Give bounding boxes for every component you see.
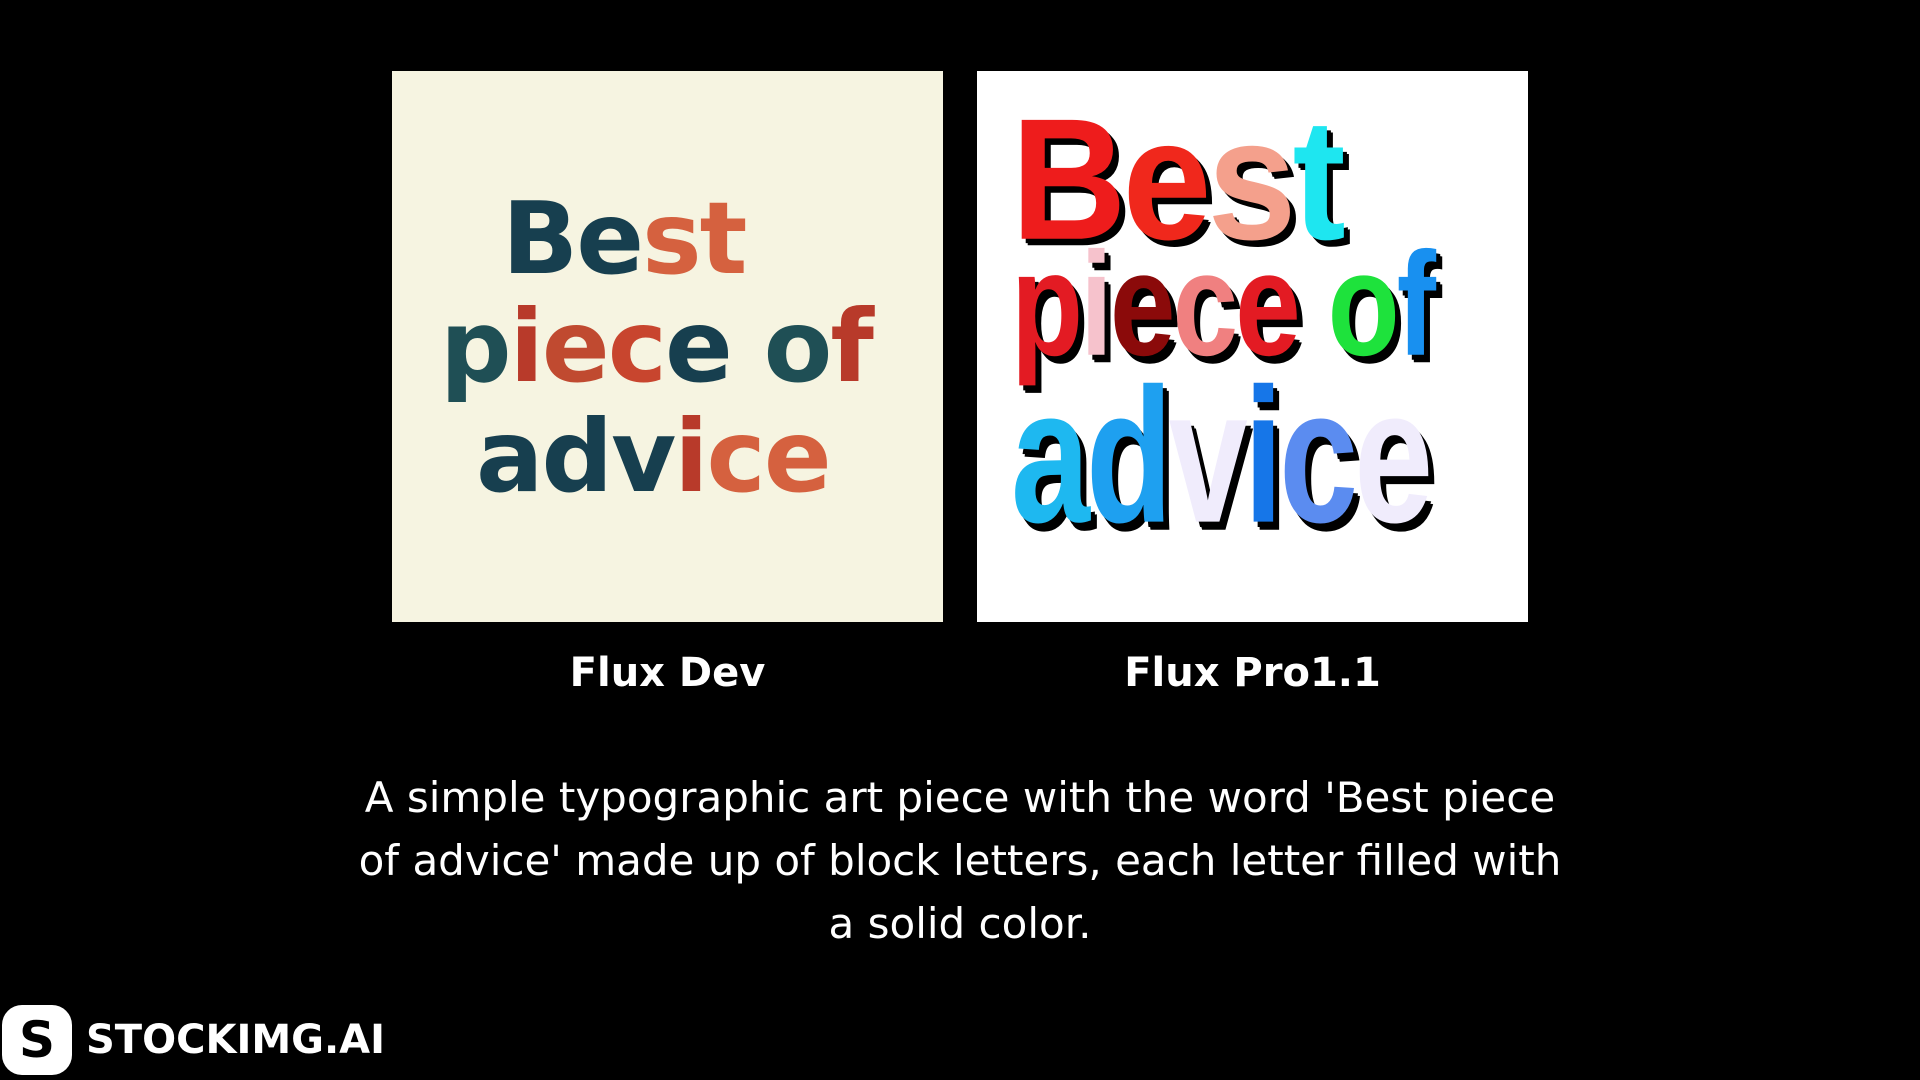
stockimg-logo-icon: S xyxy=(2,1005,72,1075)
artwork-letter: d xyxy=(541,398,613,515)
artwork-letter: v xyxy=(1168,348,1248,564)
artwork-line: piece of xyxy=(440,297,874,397)
artwork-letter: e xyxy=(763,398,832,515)
flux-dev-caption: Flux Dev xyxy=(569,650,766,696)
artwork-letter: a xyxy=(476,398,543,515)
flux-dev-artwork: Best piece of advice xyxy=(392,71,943,622)
artwork-letter: e xyxy=(664,288,733,405)
artwork-letter: B xyxy=(502,180,578,297)
artwork-letter: s xyxy=(642,180,702,297)
artwork-letter: i xyxy=(674,398,708,515)
artwork-letter: e xyxy=(576,180,644,297)
artwork-letter: v xyxy=(611,398,676,515)
flux-pro-caption: Flux Pro1.1 xyxy=(1124,650,1381,696)
artwork-letter: f xyxy=(830,288,873,405)
artwork-letter: d xyxy=(1085,348,1173,564)
artwork-letter: t xyxy=(699,180,748,297)
flux-dev-image: Best piece of advice xyxy=(392,71,943,622)
artwork-letter: p xyxy=(440,288,512,405)
artwork-letter xyxy=(731,288,764,405)
artwork-letter: c xyxy=(1279,348,1358,564)
artwork-letter: a xyxy=(1011,348,1090,564)
prompt-text: A simple typographic art piece with the … xyxy=(290,766,1630,955)
artwork-letter: c xyxy=(706,398,766,515)
brand-name: STOCKIMG.AI xyxy=(86,1017,386,1063)
prompt-line: A simple typographic art piece with the … xyxy=(364,773,1556,822)
brand: S STOCKIMG.AI xyxy=(0,1004,385,1076)
artwork-letter: e xyxy=(541,288,610,405)
artwork-letter: i xyxy=(1243,348,1284,564)
artwork-line: advice xyxy=(476,407,832,507)
prompt-line: of advice' made up of block letters, eac… xyxy=(358,836,1562,885)
flux-pro-image: Best piece of advice xyxy=(977,71,1528,622)
artwork-line: Best xyxy=(502,189,747,289)
prompt-line: a solid color. xyxy=(828,899,1092,948)
flux-pro-artwork: Best piece of advice xyxy=(977,71,1528,622)
artwork-letter: i xyxy=(509,288,544,405)
artwork-letter: c xyxy=(607,288,667,405)
artwork-letter: o xyxy=(763,288,833,405)
artwork-letter: e xyxy=(1354,348,1433,564)
artwork-line: advice xyxy=(1011,360,1433,553)
